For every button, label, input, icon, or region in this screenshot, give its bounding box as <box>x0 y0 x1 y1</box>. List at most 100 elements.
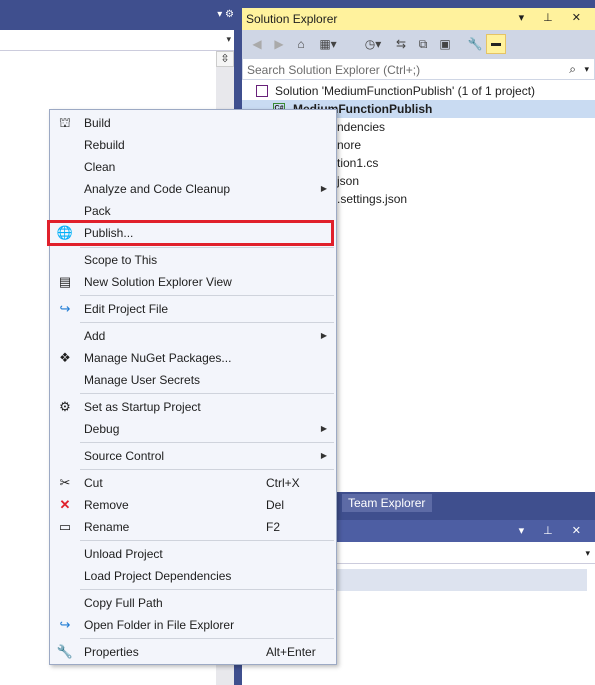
dropdown-gear-icons[interactable]: ▾ ⚙ <box>217 9 234 20</box>
scissors-icon: ✂ <box>59 475 71 490</box>
rename-icon: ▭ <box>58 519 72 534</box>
solution-explorer-title-bar: Solution Explorer ▾ ⊥ ✕ <box>242 8 595 30</box>
menu-item-label: Manage User Secrets <box>84 373 201 387</box>
menu-item-rename[interactable]: ▭ Rename F2 <box>50 516 336 538</box>
menu-item-label: Rebuild <box>84 138 125 152</box>
pending-changes-icon[interactable]: ◷▾ <box>360 35 386 53</box>
menu-item-user-secrets[interactable]: Manage User Secrets <box>50 369 336 391</box>
chevron-down-icon: ▾ <box>585 548 590 558</box>
menu-item-label: Manage NuGet Packages... <box>84 351 232 365</box>
split-icon[interactable]: ⇳ <box>216 51 234 67</box>
editor-navigation-combo[interactable]: ▾ <box>0 30 234 51</box>
menu-item-label: Copy Full Path <box>84 596 163 610</box>
home-icon[interactable]: ⌂ <box>292 35 310 53</box>
menu-item-label: Open Folder in File Explorer <box>84 618 235 632</box>
menu-item-label: Unload Project <box>84 547 163 561</box>
solution-explorer-title: Solution Explorer <box>246 12 338 26</box>
menu-shortcut: Alt+Enter <box>266 645 316 659</box>
switch-views-icon[interactable]: ▦▾ <box>314 35 342 53</box>
wrench-icon: 🔧 <box>56 644 74 659</box>
menu-separator <box>80 469 334 470</box>
menu-item-label: Edit Project File <box>84 302 169 316</box>
solution-icon <box>256 85 268 97</box>
menu-item-add[interactable]: Add ▶ <box>50 325 336 347</box>
chevron-down-icon: ▾ <box>226 34 231 44</box>
collapse-all-icon[interactable]: ⧉ <box>414 35 432 53</box>
menu-item-debug[interactable]: Debug ▶ <box>50 418 336 440</box>
menu-shortcut: F2 <box>266 520 281 534</box>
context-menu: ⛫ Build Rebuild Clean Analyze and Code C… <box>49 109 337 665</box>
menu-item-load-deps[interactable]: Load Project Dependencies <box>50 565 336 587</box>
tab-team-explorer[interactable]: Team Explorer <box>342 494 432 512</box>
menu-item-unload[interactable]: Unload Project <box>50 543 336 565</box>
tree-item-label: .settings.json <box>337 192 408 206</box>
forward-icon[interactable]: ▶ <box>270 35 288 53</box>
window-controls[interactable]: ▾ ⊥ ✕ <box>519 11 589 24</box>
menu-item-rebuild[interactable]: Rebuild <box>50 134 336 156</box>
search-placeholder: Search Solution Explorer (Ctrl+;) <box>247 63 421 77</box>
menu-item-label: Debug <box>84 422 120 436</box>
menu-item-remove[interactable]: ✕ Remove Del <box>50 494 336 516</box>
show-all-files-icon[interactable]: ▣ <box>436 35 454 53</box>
menu-item-label: Analyze and Code Cleanup <box>84 182 231 196</box>
menu-item-nuget[interactable]: ❖ Manage NuGet Packages... <box>50 347 336 369</box>
preview-selected-icon[interactable] <box>486 34 506 54</box>
tree-item-label: tion1.cs <box>337 156 379 170</box>
menu-item-label: Properties <box>84 645 139 659</box>
menu-item-edit-project[interactable]: ↪ Edit Project File <box>50 298 336 320</box>
window-controls[interactable]: ▾ ⊥ ✕ <box>519 524 589 537</box>
nuget-icon: ❖ <box>59 350 71 365</box>
menu-item-label: Source Control <box>84 449 165 463</box>
menu-item-pack[interactable]: Pack <box>50 200 336 222</box>
menu-item-clean[interactable]: Clean <box>50 156 336 178</box>
menu-item-new-view[interactable]: ▤ New Solution Explorer View <box>50 271 336 293</box>
menu-item-cut[interactable]: ✂ Cut Ctrl+X <box>50 472 336 494</box>
menu-shortcut: Ctrl+X <box>266 476 300 490</box>
menu-separator <box>80 322 334 323</box>
open-folder-icon: ↪ <box>59 617 71 632</box>
menu-item-open-folder[interactable]: ↪ Open Folder in File Explorer <box>50 614 336 636</box>
tree-item-label: Solution 'MediumFunctionPublish' (1 of 1… <box>275 84 536 98</box>
submenu-arrow-icon: ▶ <box>320 184 327 193</box>
menu-item-label: Pack <box>84 204 111 218</box>
menu-separator <box>80 442 334 443</box>
menu-item-source-control[interactable]: Source Control ▶ <box>50 445 336 467</box>
menu-item-analyze[interactable]: Analyze and Code Cleanup ▶ <box>50 178 336 200</box>
menu-item-copy-path[interactable]: Copy Full Path <box>50 592 336 614</box>
menu-separator <box>80 589 334 590</box>
publish-highlight-box <box>47 220 334 246</box>
menu-item-label: Remove <box>84 498 129 512</box>
new-view-icon: ▤ <box>58 274 72 289</box>
chevron-down-icon[interactable]: ▾ <box>584 64 589 75</box>
edit-refresh-icon: ↪ <box>59 301 71 316</box>
menu-item-label: Load Project Dependencies <box>84 569 232 583</box>
menu-item-label: Clean <box>84 160 116 174</box>
menu-item-scope[interactable]: Scope to This <box>50 249 336 271</box>
tree-item-label: nore <box>337 138 362 152</box>
back-icon[interactable]: ◀ <box>248 35 266 53</box>
menu-item-label: Set as Startup Project <box>84 400 201 414</box>
properties-icon[interactable]: 🔧 <box>466 35 484 53</box>
tree-item-solution[interactable]: Solution 'MediumFunctionPublish' (1 of 1… <box>242 82 595 100</box>
menu-separator <box>80 393 334 394</box>
sync-icon[interactable]: ⇆ <box>392 35 410 53</box>
menu-item-label: Rename <box>84 520 130 534</box>
menu-item-properties[interactable]: 🔧 Properties Alt+Enter <box>50 641 336 663</box>
menu-item-label: New Solution Explorer View <box>84 275 232 289</box>
submenu-arrow-icon: ▶ <box>320 424 327 433</box>
menu-separator <box>80 247 334 248</box>
tree-item-label: ndencies <box>337 120 386 134</box>
menu-item-startup[interactable]: ⚙ Set as Startup Project <box>50 396 336 418</box>
menu-separator <box>80 540 334 541</box>
menu-item-label: Build <box>84 116 111 130</box>
editor-title-bar: ▾ ⚙ <box>0 0 238 30</box>
search-icon[interactable]: ⌕ <box>569 62 576 77</box>
submenu-arrow-icon: ▶ <box>320 331 327 340</box>
menu-item-label: Cut <box>84 476 103 490</box>
tree-item-label: json <box>337 174 360 188</box>
remove-icon: ✕ <box>59 497 71 512</box>
build-icon: ⛫ <box>59 115 71 130</box>
solution-explorer-search[interactable]: Search Solution Explorer (Ctrl+;) ⌕ ▾ <box>242 58 595 80</box>
submenu-arrow-icon: ▶ <box>320 451 327 460</box>
menu-item-build[interactable]: ⛫ Build <box>50 112 336 134</box>
